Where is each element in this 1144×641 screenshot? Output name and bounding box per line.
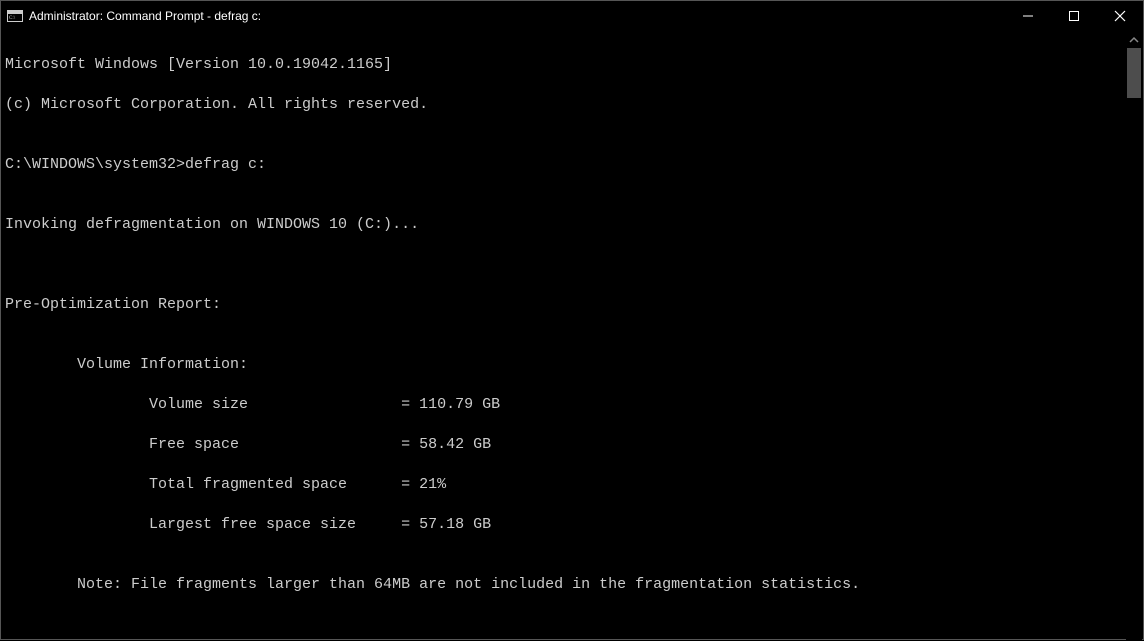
output-line: Note: File fragments larger than 64MB ar… bbox=[5, 575, 1143, 595]
output-line: Pre-Optimization Report: bbox=[5, 295, 1143, 315]
window-title: Administrator: Command Prompt - defrag c… bbox=[29, 9, 261, 23]
scroll-thumb[interactable] bbox=[1127, 48, 1141, 98]
window-controls bbox=[1005, 1, 1143, 31]
output-line: Volume Information: bbox=[5, 355, 1143, 375]
output-line: Free space = 58.42 GB bbox=[5, 435, 1143, 455]
close-button[interactable] bbox=[1097, 1, 1143, 31]
vertical-scrollbar[interactable] bbox=[1126, 32, 1142, 640]
output-line: Largest free space size = 57.18 GB bbox=[5, 515, 1143, 535]
terminal-output[interactable]: Microsoft Windows [Version 10.0.19042.11… bbox=[1, 31, 1143, 641]
scroll-up-arrow-icon[interactable] bbox=[1126, 32, 1142, 48]
output-line: Microsoft Windows [Version 10.0.19042.11… bbox=[5, 55, 1143, 75]
output-line: Invoking defragmentation on WINDOWS 10 (… bbox=[5, 215, 1143, 235]
cmd-icon: C:\ bbox=[7, 8, 23, 24]
command-prompt-window: C:\ Administrator: Command Prompt - defr… bbox=[0, 0, 1144, 640]
svg-text:C:\: C:\ bbox=[9, 16, 16, 21]
minimize-button[interactable] bbox=[1005, 1, 1051, 31]
output-line: Total fragmented space = 21% bbox=[5, 475, 1143, 495]
output-line: Volume size = 110.79 GB bbox=[5, 395, 1143, 415]
prompt-line: C:\WINDOWS\system32>defrag c: bbox=[5, 155, 1143, 175]
maximize-button[interactable] bbox=[1051, 1, 1097, 31]
title-left: C:\ Administrator: Command Prompt - defr… bbox=[7, 8, 261, 24]
output-line: (c) Microsoft Corporation. All rights re… bbox=[5, 95, 1143, 115]
titlebar[interactable]: C:\ Administrator: Command Prompt - defr… bbox=[1, 1, 1143, 31]
